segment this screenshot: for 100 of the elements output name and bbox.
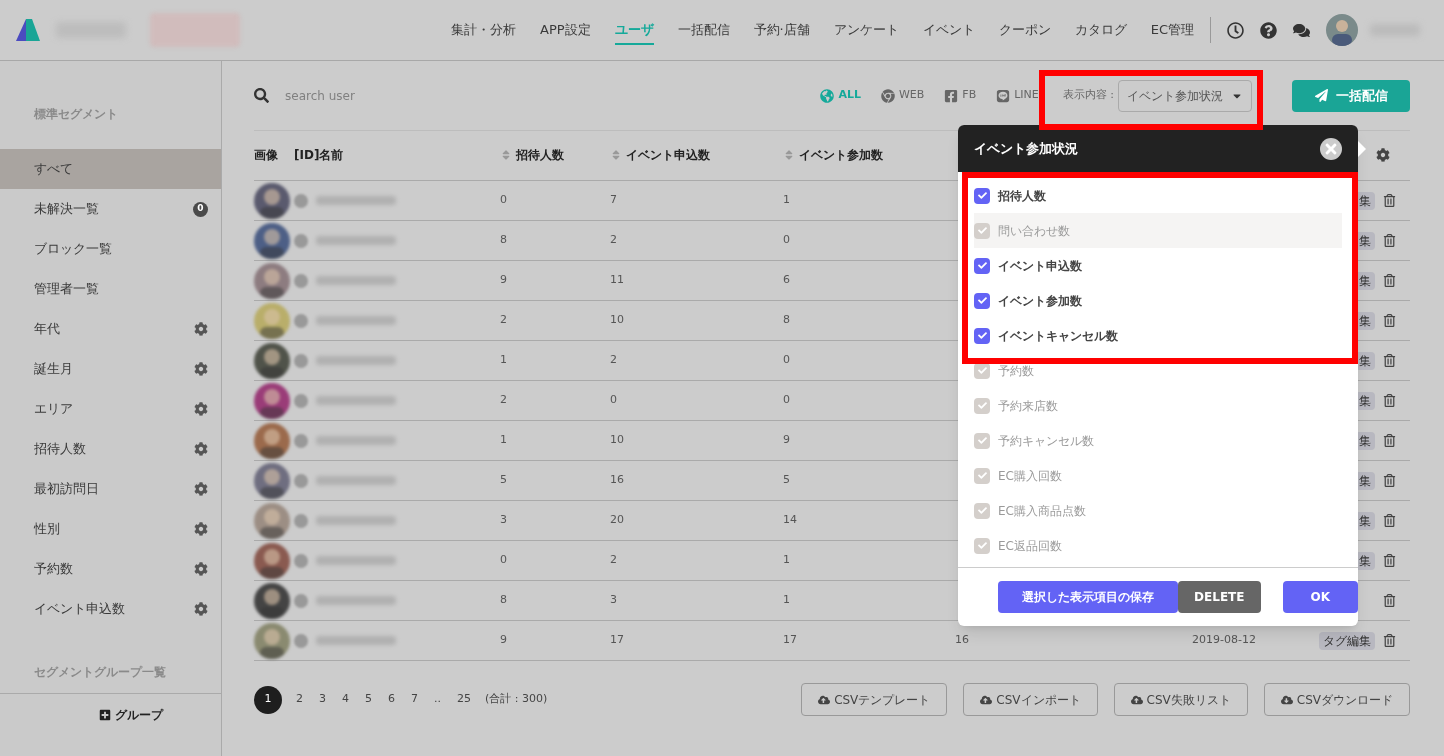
- delete-icon[interactable]: [1383, 314, 1396, 327]
- nav-tab[interactable]: クーポン: [998, 15, 1051, 45]
- sidebar-item[interactable]: 未解決一覧 0: [0, 189, 221, 229]
- nav-tab[interactable]: 予約·店舗: [753, 15, 810, 45]
- column-header: 画像: [254, 147, 278, 164]
- option-label: EC購入商品点数: [998, 502, 1086, 520]
- table-cell-text: 6: [783, 272, 791, 289]
- sidebar-item[interactable]: 性別: [0, 509, 221, 549]
- sidebar-item[interactable]: 誕生月: [0, 349, 221, 389]
- save-button[interactable]: 選択した表示項目の保存: [998, 581, 1178, 613]
- page-link[interactable]: 1: [254, 685, 282, 714]
- table-cell-text: 1: [500, 352, 508, 369]
- checkbox[interactable]: [974, 292, 990, 309]
- add-group-button[interactable]: グループ: [98, 706, 163, 724]
- nav-tab[interactable]: 集計・分析: [451, 15, 516, 45]
- sidebar-item[interactable]: ブロック一覧: [0, 229, 221, 269]
- delete-button[interactable]: DELETE: [1178, 581, 1261, 613]
- nav-tab[interactable]: アンケート: [833, 15, 899, 45]
- page-link[interactable]: 6: [386, 691, 397, 708]
- delete-icon[interactable]: [1383, 274, 1396, 287]
- filter-tab[interactable]: LINE: [996, 87, 1039, 104]
- sidebar-item[interactable]: すべて: [0, 149, 221, 189]
- csv-button[interactable]: CSVテンプレート: [801, 683, 948, 716]
- page-link[interactable]: 4: [340, 691, 351, 708]
- close-button[interactable]: [1320, 137, 1342, 160]
- nav-tab[interactable]: カタログ: [1074, 15, 1127, 45]
- search-field[interactable]: search user: [285, 86, 485, 105]
- logo-icon[interactable]: [16, 19, 40, 41]
- settings-icon[interactable]: [194, 322, 208, 336]
- page-link[interactable]: 25: [455, 691, 473, 708]
- checkbox[interactable]: [974, 397, 990, 414]
- delete-icon[interactable]: [1383, 514, 1396, 527]
- nav-tab[interactable]: イベント: [922, 15, 975, 45]
- page-link[interactable]: 5: [363, 691, 374, 708]
- checkbox[interactable]: [974, 257, 990, 274]
- checkbox[interactable]: [974, 222, 990, 239]
- delete-icon[interactable]: [1383, 354, 1396, 367]
- ok-button[interactable]: OK: [1282, 581, 1358, 613]
- nav-tab[interactable]: 一括配信: [677, 15, 730, 45]
- delete-icon[interactable]: [1383, 594, 1396, 607]
- checkbox[interactable]: [974, 502, 990, 519]
- settings-icon[interactable]: [194, 482, 208, 496]
- table-cell-text: 7: [610, 192, 618, 209]
- csv-button[interactable]: CSV失敗リスト: [1113, 683, 1248, 716]
- table-cell-text: 0: [783, 352, 791, 369]
- delete-icon[interactable]: [1383, 234, 1396, 247]
- table-cell-text: 8: [500, 592, 508, 609]
- sidebar-item[interactable]: 管理者一覧: [0, 269, 221, 309]
- csv-button[interactable]: CSVインポート: [963, 683, 1098, 716]
- check-icon: [977, 541, 987, 550]
- table-cell-text: 17: [783, 632, 798, 649]
- table-cell-text: 11: [610, 272, 625, 289]
- tag-edit-button[interactable]: タグ編集: [1319, 631, 1375, 650]
- page-link[interactable]: ..: [432, 691, 443, 708]
- sidebar-item[interactable]: 招待人数: [0, 429, 221, 469]
- sidebar-label: エリア: [34, 400, 74, 419]
- column-option[interactable]: 招待人数: [974, 178, 1342, 213]
- sidebar-item[interactable]: 予約数: [0, 549, 221, 589]
- checkbox[interactable]: [974, 467, 990, 484]
- filter-tab[interactable]: FB: [944, 87, 977, 104]
- csv-button[interactable]: CSVダウンロード: [1263, 683, 1410, 716]
- clock-icon[interactable]: [1227, 21, 1244, 39]
- column-option[interactable]: イベントキャンセル数: [974, 318, 1342, 353]
- delete-icon[interactable]: [1383, 394, 1396, 407]
- settings-icon[interactable]: [194, 402, 208, 416]
- page-link[interactable]: 3: [317, 691, 328, 708]
- delete-icon[interactable]: [1383, 634, 1396, 647]
- column-option[interactable]: イベント申込数: [974, 248, 1342, 283]
- settings-icon[interactable]: [194, 362, 208, 376]
- table-cell-text: 0: [783, 232, 791, 249]
- sidebar-item[interactable]: 最初訪問日: [0, 469, 221, 509]
- checkbox[interactable]: [974, 537, 990, 554]
- settings-icon[interactable]: [194, 522, 208, 536]
- column-header: 招待人数: [516, 147, 564, 164]
- option-label: 予約来店数: [998, 397, 1058, 415]
- option-label: EC購入回数: [998, 467, 1062, 485]
- nav-tab[interactable]: APP設定: [540, 15, 591, 45]
- sidebar-item[interactable]: エリア: [0, 389, 221, 429]
- chat-icon[interactable]: [1293, 21, 1310, 39]
- delete-icon[interactable]: [1383, 194, 1396, 207]
- delete-icon[interactable]: [1383, 554, 1396, 567]
- nav-tab[interactable]: EC管理: [1150, 15, 1194, 45]
- filter-tab[interactable]: WEB: [881, 87, 925, 104]
- page-link[interactable]: 7: [409, 691, 420, 708]
- help-icon[interactable]: [1260, 21, 1277, 39]
- checkbox[interactable]: [974, 327, 990, 344]
- checkbox[interactable]: [974, 187, 990, 204]
- settings-icon[interactable]: [194, 602, 208, 616]
- settings-icon[interactable]: [1376, 148, 1390, 162]
- settings-icon[interactable]: [194, 442, 208, 456]
- delete-icon[interactable]: [1383, 474, 1396, 487]
- checkbox[interactable]: [974, 432, 990, 449]
- sidebar-item[interactable]: 年代: [0, 309, 221, 349]
- settings-icon[interactable]: [194, 562, 208, 576]
- sidebar-item[interactable]: イベント申込数: [0, 589, 221, 629]
- table-cell-text: 3: [500, 512, 508, 529]
- column-option[interactable]: イベント参加数: [974, 283, 1342, 318]
- page-link[interactable]: 2: [294, 691, 305, 708]
- display-select[interactable]: イベント参加状況: [1118, 79, 1252, 112]
- delete-icon[interactable]: [1383, 434, 1396, 447]
